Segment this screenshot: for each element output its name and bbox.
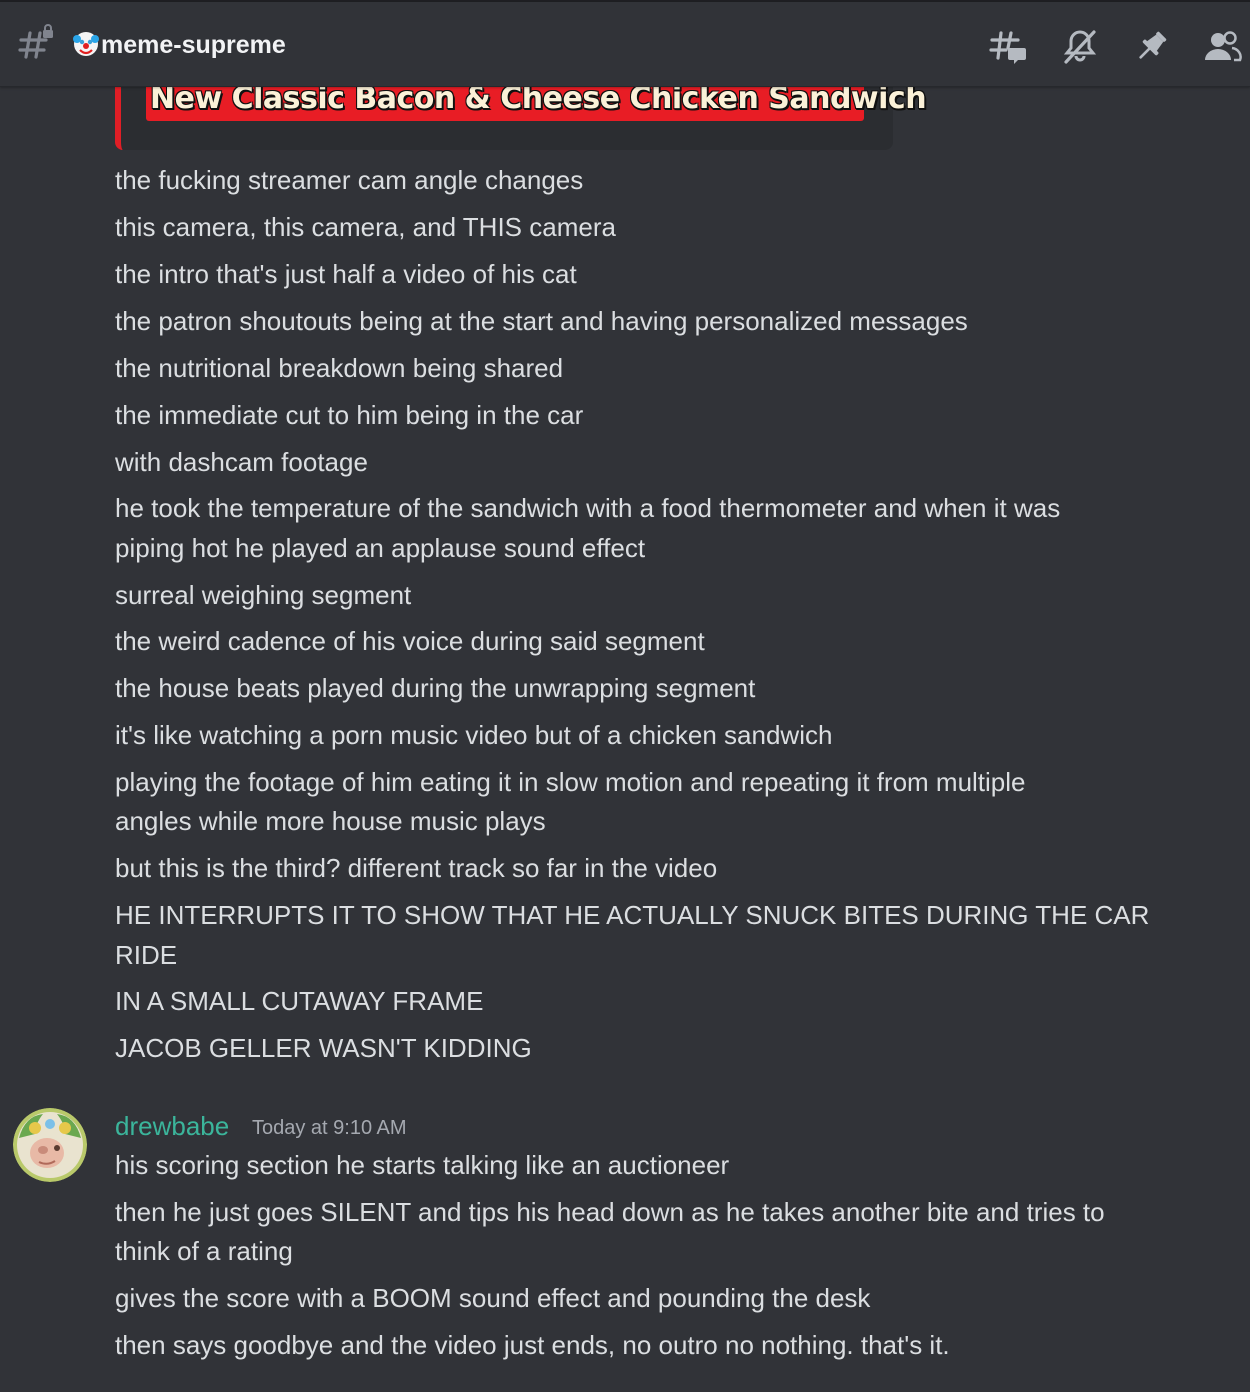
- threads-icon[interactable]: [988, 26, 1028, 66]
- message-line: then says goodbye and the video just end…: [115, 1330, 950, 1360]
- message-line: the weird cadence of his voice during sa…: [115, 626, 705, 656]
- message-line: the fucking streamer cam angle changes: [115, 165, 584, 195]
- message-line: surreal weighing segment: [115, 580, 412, 610]
- message-line: then he just goes SILENT and tips his he…: [115, 1197, 1105, 1227]
- message-line: this camera, this camera, and THIS camer…: [115, 212, 616, 242]
- clown-emoji-icon: [72, 30, 100, 58]
- pin-icon[interactable]: [1132, 26, 1172, 66]
- channel-name[interactable]: meme-supreme: [101, 28, 286, 62]
- message-line: he took the temperature of the sandwich …: [115, 493, 1061, 523]
- message-line: piping hot he played an applause sound e…: [115, 533, 646, 563]
- message-timestamp[interactable]: Today at 9:10 AM: [252, 1112, 407, 1144]
- channel-hashtag-lock-icon: [16, 24, 56, 64]
- message-line: IN A SMALL CUTAWAY FRAME: [115, 986, 484, 1016]
- message-line: gives the score with a BOOM sound effect…: [115, 1283, 871, 1313]
- message-line: it's like watching a porn music video bu…: [115, 720, 833, 750]
- message-line: playing the footage of him eating it in …: [115, 767, 1026, 797]
- message-line: think of a rating: [115, 1236, 293, 1266]
- message-line: angles while more house music plays: [115, 806, 546, 836]
- message-line: the patron shoutouts being at the start …: [115, 306, 968, 336]
- message-line: but this is the third? different track s…: [115, 853, 718, 883]
- member-list-icon[interactable]: [1202, 26, 1242, 66]
- user-avatar[interactable]: [13, 1108, 87, 1182]
- message-line: JACOB GELLER WASN'T KIDDING: [115, 1033, 532, 1063]
- message-line: HE INTERRUPTS IT TO SHOW THAT HE ACTUALL…: [115, 900, 1150, 930]
- message-line: RIDE: [115, 940, 178, 970]
- channel-header: meme-supreme: [0, 2, 1250, 87]
- message-line: the immediate cut to him being in the ca…: [115, 400, 584, 430]
- message-line: with dashcam footage: [115, 447, 368, 477]
- message-username[interactable]: drewbabe: [115, 1106, 229, 1146]
- message-line: his scoring section he starts talking li…: [115, 1150, 730, 1180]
- message-line: the house beats played during the unwrap…: [115, 673, 756, 703]
- mute-bell-icon[interactable]: [1060, 26, 1100, 66]
- message-line: the nutritional breakdown being shared: [115, 353, 564, 383]
- message-line: the intro that's just half a video of hi…: [115, 259, 577, 289]
